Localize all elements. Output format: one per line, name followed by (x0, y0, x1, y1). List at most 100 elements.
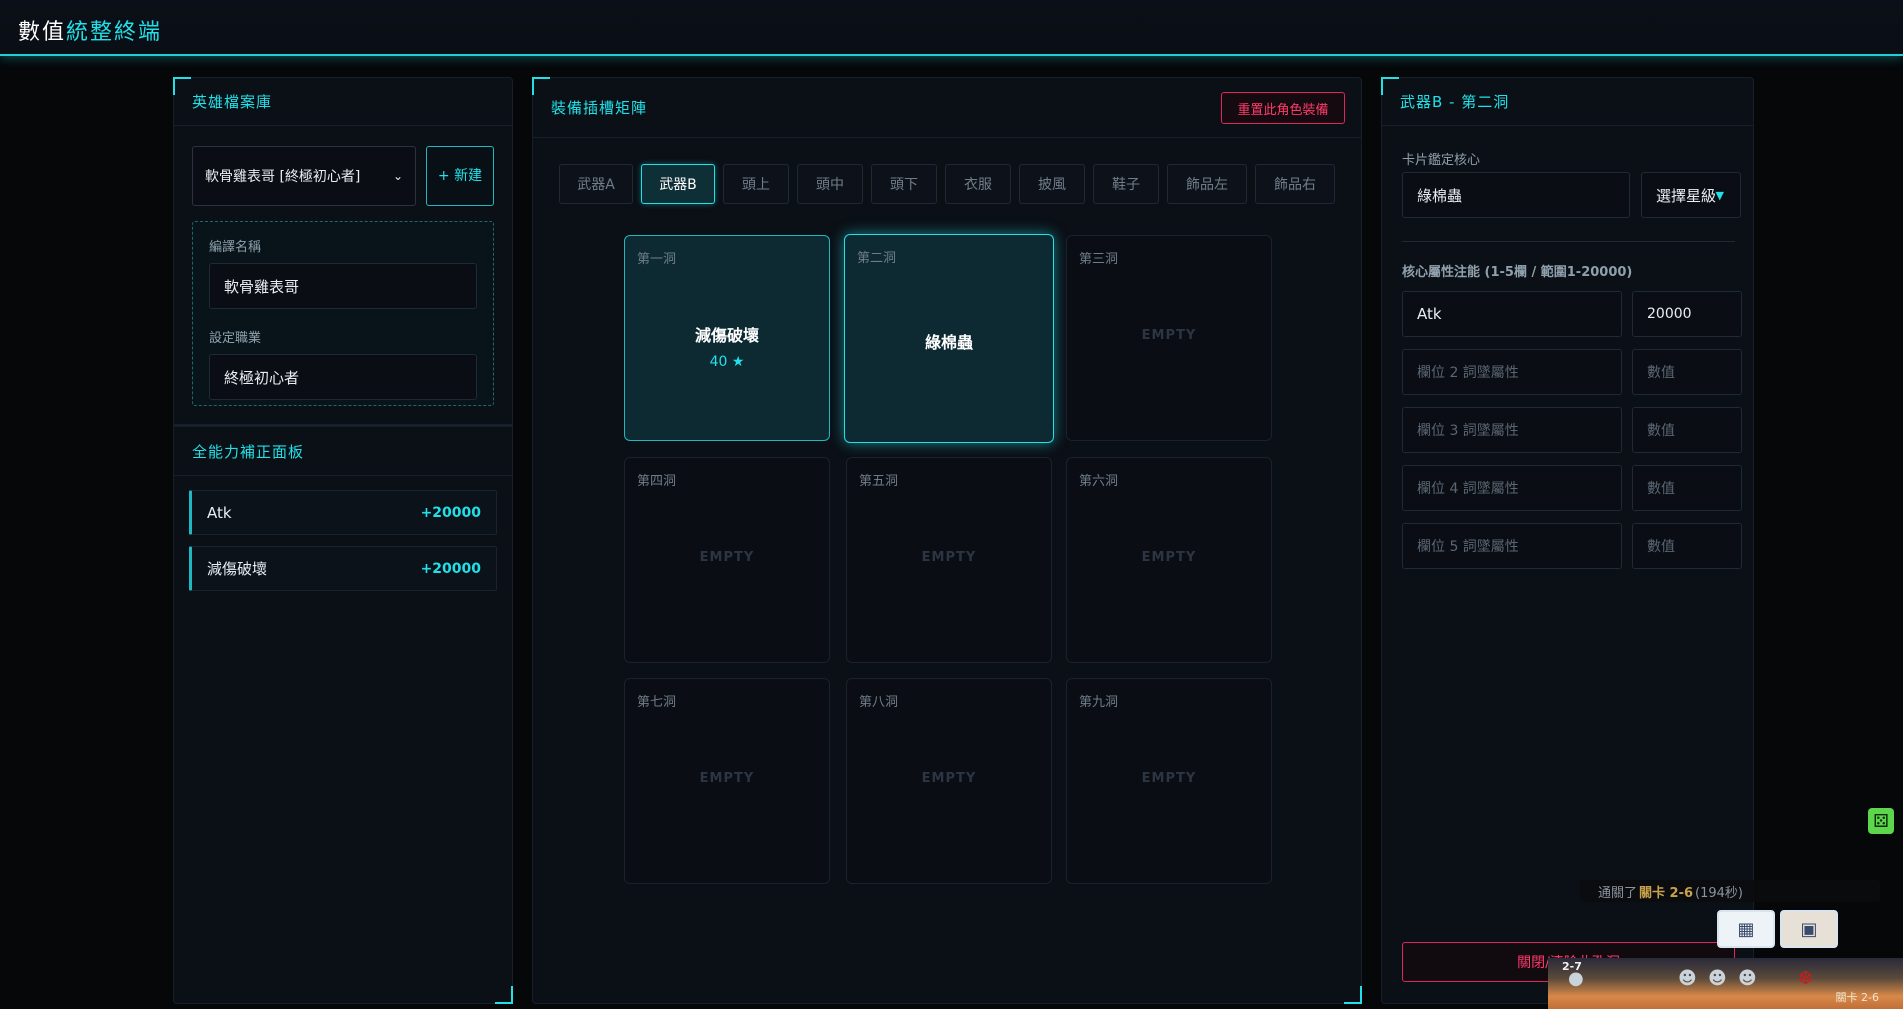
slot-label: 第六洞 (1079, 474, 1119, 489)
profile-select[interactable]: 軟骨雞表哥 [終極初心者] ⌄ (192, 146, 416, 206)
name-field[interactable]: 軟骨雞表哥 (209, 263, 477, 309)
character-sprite: ☻ (1678, 968, 1697, 989)
slot-label: 第九洞 (1079, 695, 1119, 710)
attr-name-field[interactable]: Atk (1402, 291, 1622, 337)
attr-name-field[interactable]: 欄位 3 詞墜屬性 (1402, 407, 1622, 453)
empty-text: EMPTY (1141, 771, 1197, 786)
star-select[interactable]: 選擇星級 ▼ (1641, 172, 1741, 218)
card-slot-8[interactable]: 第八洞 EMPTY (846, 678, 1052, 884)
tab-accessory-right[interactable]: 飾品右 (1255, 164, 1335, 204)
hero-archive-header: 英雄檔案庫 (174, 78, 512, 126)
tab-garment[interactable]: 披風 (1019, 164, 1085, 204)
stat-value: +20000 (420, 560, 481, 577)
attr-value-field[interactable]: 數值 (1632, 407, 1742, 453)
slot-card-name: 減傷破壞 (694, 326, 759, 345)
core-card-input[interactable]: 綠棉蟲 (1402, 172, 1630, 218)
toast-stage: 關卡 2-6 (1639, 885, 1694, 901)
attr-value-field[interactable]: 數值 (1632, 523, 1742, 569)
slot-detail-header: 武器B - 第二洞 (1382, 78, 1753, 126)
profile-select-value: 軟骨雞表哥 [終極初心者] (205, 169, 361, 185)
slot-card-stars: 40 ★ (709, 354, 745, 370)
slot-label: 第二洞 (857, 251, 897, 266)
empty-text: EMPTY (699, 550, 755, 565)
slot-label: 第五洞 (859, 474, 899, 489)
slot-detail-panel: 武器B - 第二洞 卡片鑑定核心 綠棉蟲 選擇星級 ▼ 核心屬性注能 (1-5欄… (1381, 77, 1754, 1004)
slot-label: 第三洞 (1079, 252, 1119, 267)
corner-accent (1344, 986, 1362, 1004)
empty-text: EMPTY (921, 550, 977, 565)
equipment-tabs: 武器A 武器B 頭上 頭中 頭下 衣服 披風 鞋子 飾品左 飾品右 (559, 164, 1335, 204)
stat-name: Atk (207, 503, 232, 522)
dice-icon[interactable]: ⚄ (1868, 808, 1894, 834)
star-select-value: 選擇星級 (1656, 186, 1716, 205)
slot-card-name: 綠棉蟲 (924, 333, 973, 352)
game-toast: 通關了 關卡 2-6 (194秒) (1580, 880, 1880, 902)
attr-label: 核心屬性注能 (1-5欄 / 範圍1-20000) (1402, 265, 1633, 280)
stat-row: 減傷破壞 +20000 (189, 546, 497, 591)
game-strip: 2-7 ● ☻ ☻ ☻ ❆ 關卡 2-6 (1548, 958, 1903, 1009)
card-slot-3[interactable]: 第三洞 EMPTY (1066, 235, 1272, 441)
corner-accent (532, 77, 550, 95)
slot-label: 第七洞 (637, 695, 677, 710)
map-icon[interactable]: ▦ (1717, 910, 1775, 948)
equipment-slot-panel: 裝備插槽矩陣 重置此角色裝備 武器A 武器B 頭上 頭中 頭下 衣服 披風 鞋子… (532, 77, 1362, 1004)
character-sprite: ☻ (1738, 968, 1757, 989)
stats-header: 全能力補正面板 (174, 428, 512, 476)
chest-icon[interactable]: ▣ (1780, 910, 1838, 948)
character-sprite: ☻ (1708, 968, 1727, 989)
divider (1402, 241, 1735, 242)
stat-value: +20000 (420, 504, 481, 521)
slot-label: 第八洞 (859, 695, 899, 710)
profile-row: 軟骨雞表哥 [終極初心者] ⌄ + 新建 (192, 146, 494, 206)
core-label: 卡片鑑定核心 (1402, 153, 1481, 168)
attr-name-field[interactable]: 欄位 4 詞墜屬性 (1402, 465, 1622, 511)
divider (174, 424, 512, 427)
tab-weapon-a[interactable]: 武器A (559, 164, 633, 204)
caret-down-icon: ▼ (1715, 188, 1724, 202)
card-slot-2[interactable]: 第二洞 綠棉蟲 (844, 234, 1054, 443)
chevron-down-icon: ⌄ (392, 169, 403, 183)
attr-name-field[interactable]: 欄位 5 詞墜屬性 (1402, 523, 1622, 569)
top-bar: 數值統整終端 (0, 0, 1903, 56)
attr-value-field[interactable]: 數值 (1632, 465, 1742, 511)
tab-head-mid[interactable]: 頭中 (797, 164, 863, 204)
reset-equipment-button[interactable]: 重置此角色裝備 (1221, 92, 1345, 124)
character-sprite: ● (1568, 968, 1584, 989)
tab-shoes[interactable]: 鞋子 (1093, 164, 1159, 204)
app-title: 數值統整終端 (18, 20, 163, 45)
job-label: 設定職業 (209, 331, 262, 346)
tab-weapon-b[interactable]: 武器B (641, 164, 715, 204)
attr-name-field[interactable]: 欄位 2 詞墜屬性 (1402, 349, 1622, 395)
name-label: 編譯名稱 (209, 240, 262, 255)
profile-edit-box: 編譯名稱 軟骨雞表哥 設定職業 終極初心者 (192, 221, 494, 406)
card-slot-1[interactable]: 第一洞 減傷破壞 40 ★ (624, 235, 830, 441)
corner-accent (495, 986, 513, 1004)
stat-row: Atk +20000 (189, 490, 497, 535)
slot-label: 第一洞 (637, 252, 677, 267)
corner-accent (1381, 77, 1399, 95)
card-slot-5[interactable]: 第五洞 EMPTY (846, 457, 1052, 663)
new-profile-button[interactable]: + 新建 (426, 146, 494, 206)
attr-value-field[interactable]: 數值 (1632, 349, 1742, 395)
toast-prefix: 通關了 (1598, 885, 1638, 901)
card-slot-4[interactable]: 第四洞 EMPTY (624, 457, 830, 663)
empty-text: EMPTY (699, 771, 755, 786)
stage-label: 關卡 2-6 (1835, 991, 1879, 1004)
job-field[interactable]: 終極初心者 (209, 354, 477, 400)
monster-sprite: ❆ (1798, 968, 1814, 989)
card-slot-6[interactable]: 第六洞 EMPTY (1066, 457, 1272, 663)
tab-head-low[interactable]: 頭下 (871, 164, 937, 204)
slot-label: 第四洞 (637, 474, 677, 489)
toast-time: (194秒) (1695, 885, 1743, 901)
stat-name: 減傷破壞 (207, 560, 268, 578)
card-slot-9[interactable]: 第九洞 EMPTY (1066, 678, 1272, 884)
tab-armor[interactable]: 衣服 (945, 164, 1011, 204)
attr-value-field[interactable]: 20000 (1632, 291, 1742, 337)
empty-text: EMPTY (1141, 328, 1197, 343)
tab-accessory-left[interactable]: 飾品左 (1167, 164, 1247, 204)
empty-text: EMPTY (921, 771, 977, 786)
tab-head-top[interactable]: 頭上 (723, 164, 789, 204)
card-slot-7[interactable]: 第七洞 EMPTY (624, 678, 830, 884)
empty-text: EMPTY (1141, 550, 1197, 565)
corner-accent (173, 77, 191, 95)
